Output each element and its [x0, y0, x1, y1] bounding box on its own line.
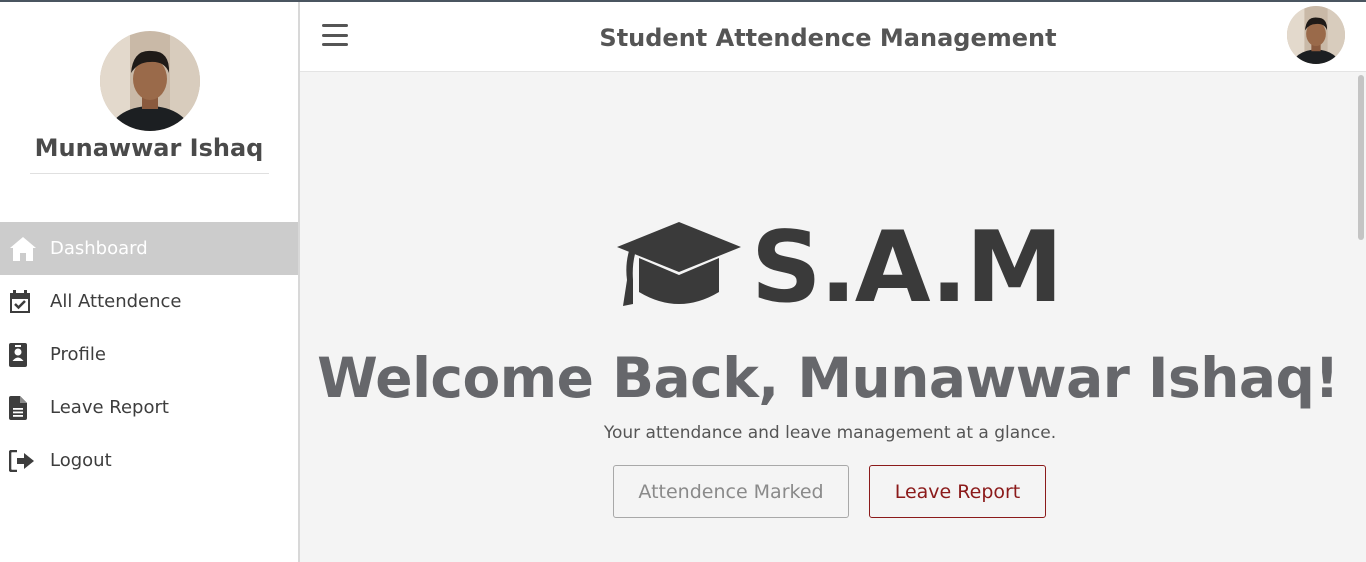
attendence-marked-button[interactable]: Attendence Marked	[613, 465, 849, 518]
sidebar-item-dashboard[interactable]: Dashboard	[0, 222, 298, 275]
sidebar-item-all-attendence[interactable]: All Attendence	[0, 275, 298, 328]
file-lines-icon	[0, 381, 50, 434]
logo-text: S.A.M	[751, 210, 1063, 325]
header-avatar[interactable]	[1287, 6, 1345, 64]
sidebar-item-profile[interactable]: Profile	[0, 328, 298, 381]
sidebar-item-label: Leave Report	[50, 397, 169, 418]
sidebar-item-leave-report[interactable]: Leave Report	[0, 381, 298, 434]
scrollbar[interactable]	[1356, 72, 1366, 562]
sidebar-item-label: Dashboard	[50, 238, 148, 259]
page-title: Student Attendence Management	[599, 24, 1057, 52]
sidebar-profile: Munawwar Ishaq	[0, 2, 298, 177]
sidebar: Munawwar Ishaq Dashboard All Attendence	[0, 2, 300, 562]
sidebar-item-label: Profile	[50, 344, 106, 365]
calendar-check-icon	[0, 275, 50, 328]
sign-out-icon	[0, 434, 50, 487]
graduation-cap-icon	[615, 220, 743, 315]
avatar	[100, 31, 200, 131]
id-badge-icon	[0, 328, 50, 381]
sidebar-item-logout[interactable]: Logout	[0, 434, 298, 487]
sam-logo: S.A.M	[615, 210, 1063, 325]
home-icon	[0, 222, 50, 275]
divider	[30, 173, 269, 174]
leave-report-button[interactable]: Leave Report	[869, 465, 1046, 518]
sidebar-item-label: All Attendence	[50, 291, 182, 312]
top-header: Student Attendence Management	[300, 2, 1366, 72]
subtitle: Your attendance and leave management at …	[603, 423, 1057, 443]
sidebar-nav: Dashboard All Attendence Profile Leave R…	[0, 222, 298, 487]
welcome-heading: Welcome Back, Munawwar Ishaq!	[317, 346, 1339, 410]
sidebar-item-label: Logout	[50, 450, 112, 471]
scrollbar-thumb[interactable]	[1358, 75, 1364, 240]
main-content: S.A.M Welcome Back, Munawwar Ishaq! Your…	[300, 72, 1356, 562]
user-name: Munawwar Ishaq	[34, 134, 264, 162]
